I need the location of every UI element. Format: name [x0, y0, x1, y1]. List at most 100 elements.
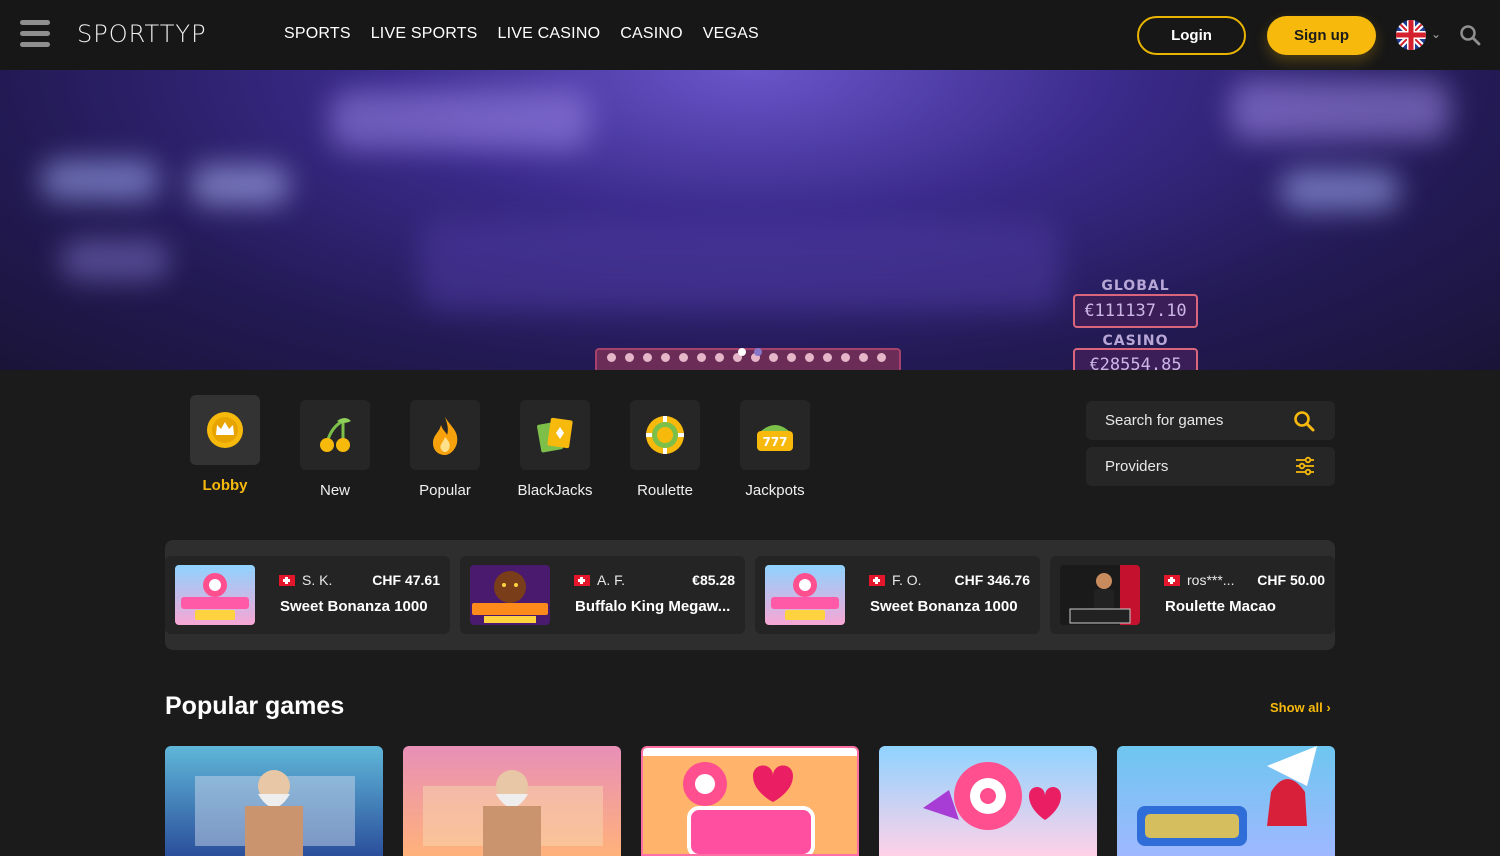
buffalo-king-thumbnail — [470, 565, 550, 625]
carousel-dots — [738, 348, 762, 356]
win-player: ros***... — [1187, 572, 1235, 588]
marquee-bulb — [877, 353, 886, 362]
game-tile-starlight-princess[interactable] — [1117, 746, 1335, 856]
category-label: Jackpots — [745, 482, 805, 499]
crown-icon — [190, 395, 260, 465]
win-amount: CHF 346.76 — [954, 572, 1030, 588]
category-label: BlackJacks — [517, 482, 593, 499]
slot-777-icon: 777 — [740, 400, 810, 470]
banner-blur-light — [330, 90, 590, 150]
swiss-flag-icon — [869, 575, 885, 586]
win-player: A. F. — [597, 572, 626, 588]
chevron-down-icon: ⌄ — [1431, 27, 1442, 41]
marquee-bulb — [841, 353, 850, 362]
category-label: Popular — [419, 482, 471, 499]
sweet-bonanza-thumbnail — [175, 565, 255, 625]
banner-blur-light — [190, 165, 290, 205]
top-navigation-bar: SPORTTYP SPORTS LIVE SPORTS LIVE CASINO … — [0, 0, 1500, 70]
win-player: S. K. — [302, 572, 333, 588]
category-label: Lobby — [202, 477, 248, 494]
nav-live-casino[interactable]: LIVE CASINO — [498, 25, 601, 43]
sliders-icon — [1295, 456, 1315, 480]
category-label: Roulette — [637, 482, 693, 499]
game-tile-gates-of-olympus-1000[interactable] — [403, 746, 621, 856]
marquee-bulb — [769, 353, 778, 362]
sweet-bonanza-thumbnail — [765, 565, 845, 625]
providers-filter[interactable]: Providers — [1086, 447, 1335, 486]
marquee-bulb — [859, 353, 868, 362]
hamburger-menu-icon[interactable] — [20, 20, 50, 48]
banner-blur-light — [1280, 170, 1400, 210]
jackpot-casino-label: CASINO — [1102, 333, 1169, 349]
search-icon — [1293, 410, 1315, 436]
win-card[interactable]: S. K. CHF 47.61 Sweet Bonanza 1000 — [165, 556, 450, 634]
signup-button[interactable]: Sign up — [1267, 16, 1376, 55]
nav-vegas[interactable]: VEGAS — [703, 25, 759, 43]
nav-live-sports[interactable]: LIVE SPORTS — [371, 25, 478, 43]
game-tile-sweet-bonanza-1000[interactable] — [879, 746, 1097, 856]
login-button[interactable]: Login — [1137, 16, 1246, 55]
chevron-right-icon: › — [1326, 700, 1331, 715]
cherries-icon — [300, 400, 370, 470]
game-tile-gates-of-olympus[interactable] — [165, 746, 383, 856]
recent-wins-strip: S. K. CHF 47.61 Sweet Bonanza 1000 A. F.… — [165, 540, 1335, 650]
win-card[interactable]: A. F. €85.28 Buffalo King Megaw... — [460, 556, 745, 634]
search-icon[interactable] — [1459, 24, 1481, 46]
win-game-title: Sweet Bonanza 1000 — [870, 598, 1018, 615]
category-roulette[interactable]: Roulette — [630, 400, 700, 499]
game-tile-sweet-bonanza[interactable] — [641, 746, 859, 856]
win-amount: CHF 50.00 — [1257, 572, 1325, 588]
marquee-bulb — [787, 353, 796, 362]
win-player: F. O. — [892, 572, 922, 588]
win-amount: €85.28 — [692, 572, 735, 588]
win-game-title: Buffalo King Megaw... — [575, 598, 731, 615]
jackpot-global-value: €111137.10 — [1073, 294, 1198, 328]
banner-blur-shape — [420, 220, 1060, 310]
popular-games-heading: Popular games — [165, 692, 345, 720]
roulette-chip-icon — [630, 400, 700, 470]
cards-icon — [520, 400, 590, 470]
providers-label: Providers — [1105, 458, 1169, 475]
win-card[interactable]: F. O. CHF 346.76 Sweet Bonanza 1000 — [755, 556, 1040, 634]
search-placeholder: Search for games — [1105, 412, 1224, 429]
jackpot-global-label: GLOBAL — [1101, 278, 1170, 294]
uk-flag-icon — [1396, 20, 1426, 50]
nav-casino[interactable]: CASINO — [620, 25, 683, 43]
marquee-bulb — [697, 353, 706, 362]
nav-sports[interactable]: SPORTS — [284, 25, 351, 43]
game-search-input[interactable]: Search for games — [1086, 401, 1335, 440]
win-amount: CHF 47.61 — [372, 572, 440, 588]
roulette-macao-thumbnail — [1060, 565, 1140, 625]
swiss-flag-icon — [279, 575, 295, 586]
site-logo[interactable]: SPORTTYP — [77, 20, 207, 48]
main-nav: SPORTS LIVE SPORTS LIVE CASINO CASINO VE… — [284, 25, 759, 43]
svg-text:777: 777 — [762, 435, 787, 449]
show-all-link[interactable]: Show all › — [1270, 700, 1331, 715]
marquee-bulb — [715, 353, 724, 362]
marquee-bulb — [823, 353, 832, 362]
banner-blur-light — [60, 240, 170, 280]
language-selector[interactable]: ⌄ — [1396, 20, 1444, 50]
category-blackjacks[interactable]: BlackJacks — [517, 400, 593, 499]
flame-icon — [410, 400, 480, 470]
hero-banner[interactable]: GLOBAL €111137.10 CASINO €28554.85 — [0, 70, 1500, 370]
swiss-flag-icon — [574, 575, 590, 586]
banner-blur-light — [40, 160, 160, 200]
category-jackpots[interactable]: 777 Jackpots — [740, 400, 810, 499]
category-lobby[interactable]: Lobby — [190, 395, 260, 494]
win-card[interactable]: ros***... CHF 50.00 Roulette Macao — [1050, 556, 1335, 634]
swiss-flag-icon — [1164, 575, 1180, 586]
marquee-bulb — [661, 353, 670, 362]
marquee-bulb — [625, 353, 634, 362]
marquee-bulb — [607, 353, 616, 362]
marquee-bulb — [679, 353, 688, 362]
jackpot-casino-value: €28554.85 — [1073, 348, 1198, 370]
category-popular[interactable]: Popular — [410, 400, 480, 499]
category-new[interactable]: New — [300, 400, 370, 499]
win-game-title: Roulette Macao — [1165, 598, 1276, 615]
carousel-dot[interactable] — [738, 348, 746, 356]
banner-blur-light — [1230, 80, 1450, 140]
carousel-dot[interactable] — [754, 348, 762, 356]
category-label: New — [319, 482, 350, 499]
win-game-title: Sweet Bonanza 1000 — [280, 598, 428, 615]
